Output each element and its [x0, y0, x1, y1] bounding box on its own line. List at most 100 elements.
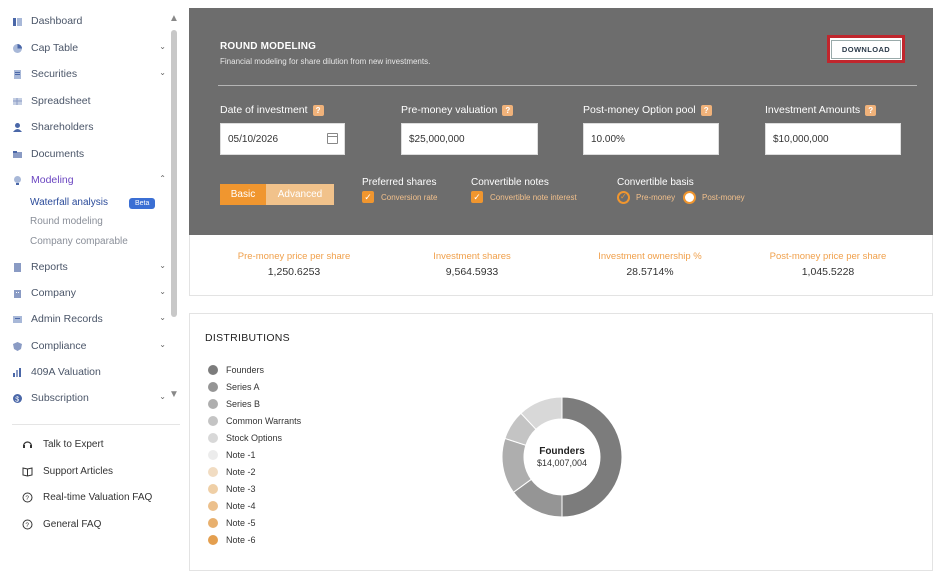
investment-amounts-field[interactable]: $10,000,000 — [765, 123, 901, 155]
convertible-basis-label: Convertible basis — [617, 177, 694, 188]
sidebar-item-409a-valuation[interactable]: 409A Valuation — [12, 362, 172, 382]
metric-value: 9,564.5933 — [445, 266, 499, 278]
sidebar-item-cap-table[interactable]: Cap Table ⌄ — [12, 38, 172, 58]
sidebar-item-subscription[interactable]: $ Subscription ⌄ — [12, 388, 172, 408]
calendar-icon[interactable] — [327, 133, 338, 144]
legend-label: Common Warrants — [226, 416, 302, 426]
sidebar-subitem-round-modeling[interactable]: Round modeling — [30, 216, 103, 227]
sidebar-subitem-waterfall-analysis[interactable]: Waterfall analysis — [30, 197, 108, 208]
metric-label: Pre-money price per share — [237, 251, 351, 262]
legend-swatch — [208, 365, 218, 375]
advanced-mode-button[interactable]: Advanced — [266, 184, 334, 205]
preferred-shares-label: Preferred shares — [362, 177, 437, 188]
legend-item[interactable]: Founders — [208, 365, 264, 375]
help-question-icon[interactable]: ? — [312, 104, 324, 116]
sidebar-item-label: Reports — [31, 261, 68, 273]
legend-label: Note -5 — [226, 518, 256, 528]
sidebar-item-label: Subscription — [31, 392, 89, 404]
metric-post-money-price: Post-money price per share 1,045.5228 — [738, 251, 918, 278]
legend-item[interactable]: Note -1 — [208, 450, 256, 460]
legend-item[interactable]: Series B — [208, 399, 260, 409]
donut-slice-founders[interactable] — [561, 396, 623, 518]
legend-item[interactable]: Common Warrants — [208, 416, 301, 426]
legend-item[interactable]: Stock Options — [208, 433, 282, 443]
book-icon — [22, 466, 33, 477]
report-icon — [12, 262, 23, 273]
legend-label: Founders — [226, 365, 265, 375]
pre-money-radio[interactable] — [617, 191, 630, 204]
sidebar-item-shareholders[interactable]: Shareholders — [12, 117, 172, 137]
post-money-radio[interactable] — [683, 191, 696, 204]
field-label-text: Date of investment — [220, 104, 308, 116]
date-of-investment-field[interactable]: 05/10/2026 — [220, 123, 345, 155]
bulb-icon — [12, 175, 23, 186]
sidebar-item-label: Securities — [31, 68, 78, 80]
help-support-articles[interactable]: Support Articles — [22, 466, 113, 477]
basic-mode-button[interactable]: Basic — [220, 184, 266, 205]
legend-label: Series A — [226, 382, 260, 392]
legend-item[interactable]: Series A — [208, 382, 260, 392]
conversion-rate-checkbox[interactable]: ✓ — [362, 191, 374, 203]
sidebar-item-label: Dashboard — [31, 15, 83, 27]
sidebar-item-label: Documents — [31, 148, 85, 160]
help-general-faq[interactable]: ? General FAQ — [22, 519, 101, 530]
dashboard-icon — [12, 16, 23, 27]
building-icon — [12, 288, 23, 299]
legend-item[interactable]: Note -6 — [208, 535, 256, 545]
donut-center-name: Founders — [539, 446, 585, 457]
sidebar-item-label: Spreadsheet — [31, 95, 91, 107]
page-title: ROUND MODELING — [220, 41, 317, 52]
help-question-icon[interactable]: ? — [502, 104, 514, 116]
help-talk-to-expert[interactable]: Talk to Expert — [22, 439, 104, 450]
legend-label: Note -6 — [226, 535, 256, 545]
sidebar-subitem-company-comparable[interactable]: Company comparable — [30, 236, 128, 247]
help-item-label: General FAQ — [43, 519, 102, 530]
metrics-strip: Pre-money price per share 1,250.6253 Inv… — [189, 235, 933, 296]
sidebar-item-documents[interactable]: Documents — [12, 144, 172, 164]
legend-swatch — [208, 433, 218, 443]
sidebar-item-label: Company — [31, 287, 76, 299]
legend-label: Note -3 — [226, 484, 256, 494]
metric-value: 1,045.5228 — [801, 266, 855, 278]
legend-item[interactable]: Note -2 — [208, 467, 256, 477]
legend-label: Series B — [226, 399, 261, 409]
date-value: 05/10/2026 — [228, 133, 279, 145]
sidebar-item-label: Modeling — [31, 174, 74, 186]
help-valuation-faq[interactable]: ? Real-time Valuation FAQ — [22, 492, 152, 503]
legend-item[interactable]: Note -5 — [208, 518, 256, 528]
legend-item[interactable]: Note -4 — [208, 501, 256, 511]
legend-swatch — [208, 467, 218, 477]
legend-swatch — [208, 501, 218, 511]
convertible-note-interest-label: Convertible note interest — [490, 193, 577, 202]
records-icon — [12, 314, 23, 325]
sidebar: ▲ ▼ Dashboard Cap Table ⌄ Securities ⌄ S… — [0, 0, 182, 575]
help-question-icon[interactable]: ? — [865, 104, 877, 116]
dollar-icon: $ — [12, 393, 23, 404]
convertible-note-interest-checkbox[interactable]: ✓ — [471, 191, 483, 203]
metric-investment-shares: Investment shares 9,564.5933 — [382, 251, 562, 278]
sidebar-item-modeling[interactable]: Modeling ⌃ — [12, 170, 172, 190]
sidebar-item-reports[interactable]: Reports ⌄ — [12, 257, 172, 277]
sidebar-item-compliance[interactable]: Compliance ⌄ — [12, 336, 172, 356]
metric-label: Investment ownership % — [598, 251, 702, 262]
pre-money-valuation-field[interactable]: $25,000,000 — [401, 123, 538, 155]
legend-item[interactable]: Note -3 — [208, 484, 256, 494]
document-icon — [12, 69, 23, 80]
download-button[interactable]: DOWNLOAD — [830, 39, 902, 59]
donut-center-value: $14,007,004 — [536, 458, 588, 468]
sidebar-item-dashboard[interactable]: Dashboard — [12, 11, 172, 31]
option-pool-field[interactable]: 10.00% — [583, 123, 719, 155]
person-icon — [12, 122, 23, 133]
sidebar-item-securities[interactable]: Securities ⌄ — [12, 64, 172, 84]
sidebar-item-admin-records[interactable]: Admin Records ⌄ — [12, 309, 172, 329]
option-pool-label: Post-money Option pool? — [583, 104, 712, 116]
sidebar-item-company[interactable]: Company ⌄ — [12, 283, 172, 303]
sidebar-item-spreadsheet[interactable]: Spreadsheet — [12, 91, 172, 111]
legend-swatch — [208, 399, 218, 409]
folder-icon — [12, 149, 23, 160]
metric-label: Investment shares — [433, 251, 511, 262]
legend-label: Note -2 — [226, 467, 256, 477]
help-question-icon[interactable]: ? — [700, 104, 712, 116]
investment-amounts-label: Investment Amounts? — [765, 104, 877, 116]
headset-icon — [22, 439, 33, 450]
